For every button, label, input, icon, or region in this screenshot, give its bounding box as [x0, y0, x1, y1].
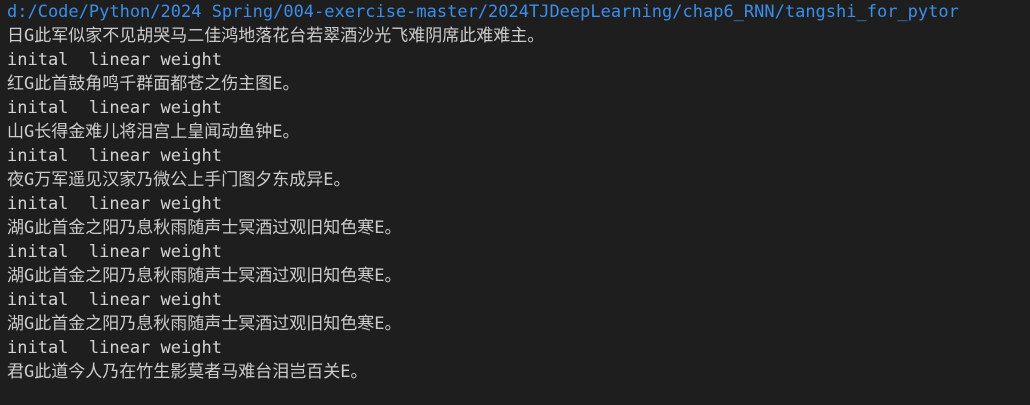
terminal-line-poem-6: 湖G此首金之阳乃息秋雨随声士冥酒过观旧知色寒E。	[7, 266, 402, 286]
terminal-line-poem-7: 湖G此首金之阳乃息秋雨随声士冥酒过观旧知色寒E。	[7, 314, 402, 334]
terminal-line-poem-8: 君G此道今人乃在竹生影莫者马难台泪岂百关E。	[7, 362, 368, 382]
terminal-line-poem-3: 山G长得金难儿将泪宫上皇闻动鱼钟E。	[7, 122, 300, 142]
terminal-output[interactable]: d:/Code/Python/2024 Spring/004-exercise-…	[0, 0, 1030, 405]
terminal-line-message: inital linear weight	[7, 338, 222, 358]
terminal-line-poem-1: 日G此军似家不见胡哭马二佳鸿地落花台若翠酒沙光飞难阴席此难难主。	[7, 26, 545, 46]
terminal-path-line: d:/Code/Python/2024 Spring/004-exercise-…	[7, 2, 959, 22]
terminal-line-message: inital linear weight	[7, 242, 222, 262]
terminal-line-poem-2: 红G此首鼓角鸣千群面都苍之伤主图E。	[7, 74, 300, 94]
terminal-line-message: inital linear weight	[7, 146, 222, 166]
terminal-line-message: inital linear weight	[7, 194, 222, 214]
terminal-line-message: inital linear weight	[7, 98, 222, 118]
terminal-line-message: inital linear weight	[7, 290, 222, 310]
terminal-line-poem-5: 湖G此首金之阳乃息秋雨随声士冥酒过观旧知色寒E。	[7, 218, 402, 238]
terminal-line-message: inital linear weight	[7, 50, 222, 70]
terminal-line-poem-4: 夜G万军遥见汉家乃微公上手门图夕东成异E。	[7, 170, 351, 190]
